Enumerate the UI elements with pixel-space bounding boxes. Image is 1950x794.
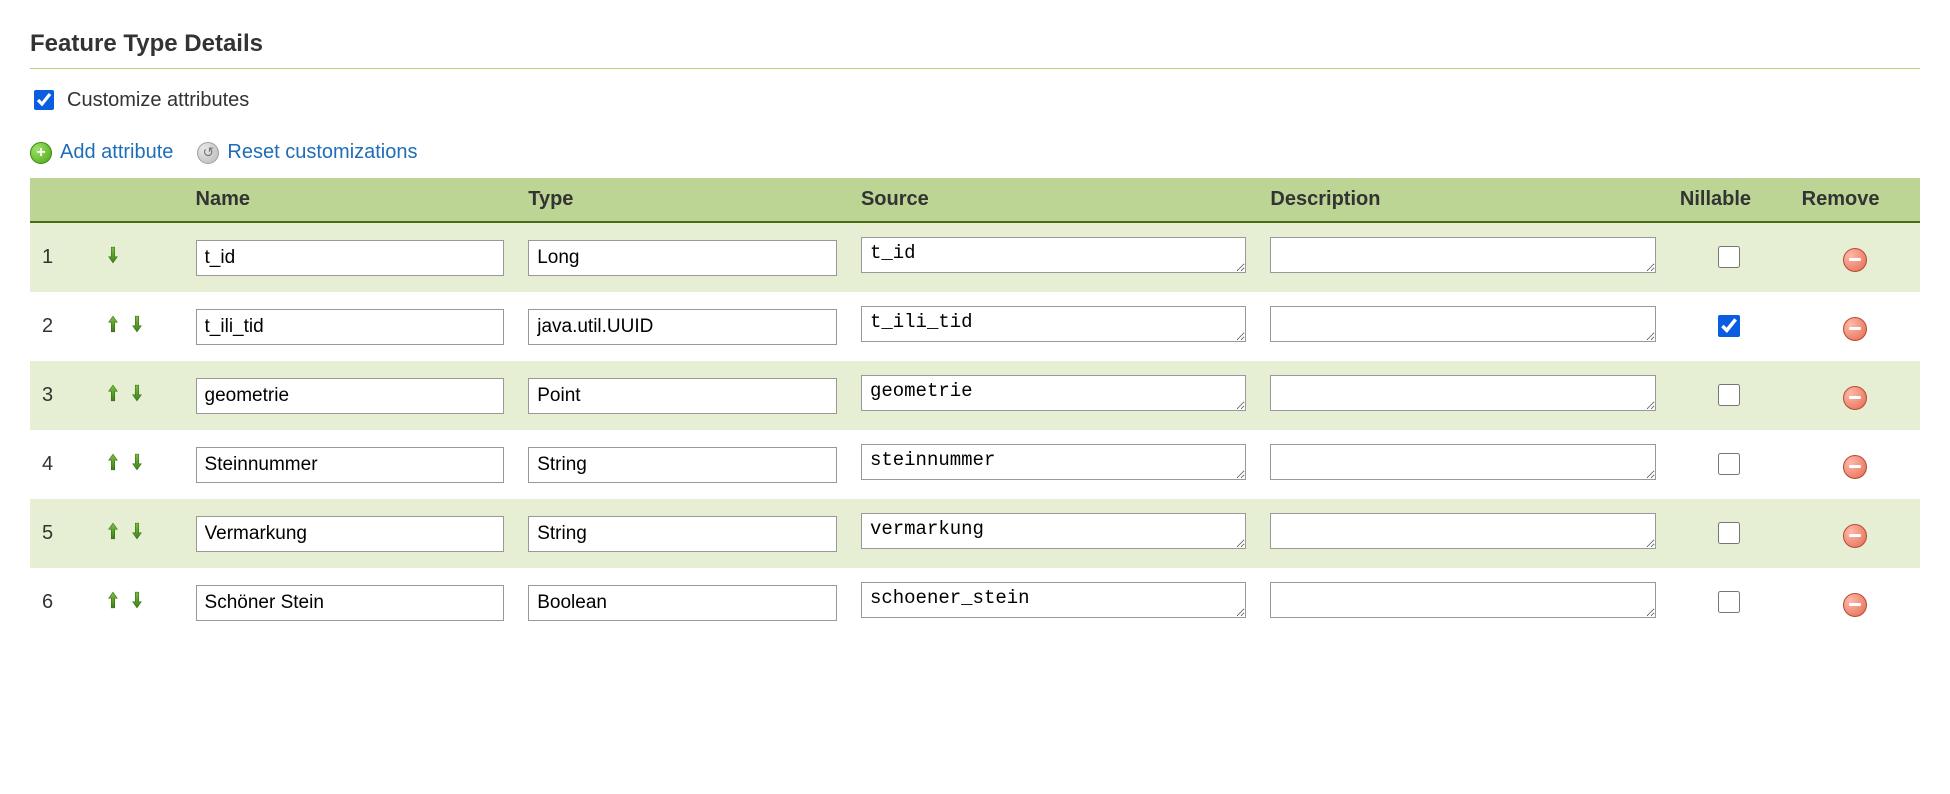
description-input[interactable] (1270, 444, 1655, 480)
arrow-down-icon[interactable] (130, 520, 146, 544)
remove-button[interactable] (1843, 593, 1867, 617)
action-links: + Add attribute Reset customizations (30, 141, 1920, 164)
customize-attributes-checkbox[interactable] (34, 90, 54, 110)
arrow-down-icon[interactable] (130, 313, 146, 337)
name-input[interactable] (196, 447, 505, 483)
header-description: Description (1258, 178, 1667, 222)
table-row: 5 (30, 499, 1920, 568)
arrow-down-icon[interactable] (130, 589, 146, 613)
name-input[interactable] (196, 378, 505, 414)
arrow-down-icon[interactable] (106, 244, 122, 268)
remove-button[interactable] (1843, 524, 1867, 548)
name-input[interactable] (196, 585, 505, 621)
source-input[interactable] (861, 306, 1246, 342)
remove-button[interactable] (1843, 386, 1867, 410)
source-input[interactable] (861, 444, 1246, 480)
type-input[interactable] (528, 240, 837, 276)
nillable-checkbox[interactable] (1718, 453, 1740, 475)
source-input[interactable] (861, 237, 1246, 273)
arrow-down-icon[interactable] (130, 382, 146, 406)
customize-attributes-label[interactable]: Customize attributes (67, 89, 249, 112)
remove-button[interactable] (1843, 248, 1867, 272)
source-input[interactable] (861, 582, 1246, 618)
table-row: 1 (30, 222, 1920, 292)
arrow-up-icon[interactable] (106, 313, 122, 337)
row-index: 5 (30, 499, 94, 568)
description-input[interactable] (1270, 513, 1655, 549)
attributes-table: Name Type Source Description Nillable Re… (30, 178, 1920, 637)
name-input[interactable] (196, 240, 505, 276)
header-remove: Remove (1790, 178, 1920, 222)
type-input[interactable] (528, 378, 837, 414)
arrow-up-icon[interactable] (106, 451, 122, 475)
row-reorder (94, 430, 184, 499)
remove-button[interactable] (1843, 317, 1867, 341)
plus-circle-icon: + (30, 142, 52, 164)
description-input[interactable] (1270, 582, 1655, 618)
name-input[interactable] (196, 309, 505, 345)
header-type: Type (516, 178, 849, 222)
nillable-checkbox[interactable] (1718, 591, 1740, 613)
reset-icon (197, 142, 219, 164)
arrow-up-icon[interactable] (106, 382, 122, 406)
source-input[interactable] (861, 513, 1246, 549)
row-index: 4 (30, 430, 94, 499)
row-index: 6 (30, 568, 94, 637)
nillable-checkbox[interactable] (1718, 315, 1740, 337)
description-input[interactable] (1270, 306, 1655, 342)
arrow-up-icon[interactable] (106, 589, 122, 613)
add-attribute-label: Add attribute (60, 141, 173, 164)
header-name: Name (184, 178, 517, 222)
source-input[interactable] (861, 375, 1246, 411)
nillable-checkbox[interactable] (1718, 246, 1740, 268)
nillable-checkbox[interactable] (1718, 384, 1740, 406)
section-title: Feature Type Details (30, 30, 1920, 62)
table-row: 2 (30, 292, 1920, 361)
type-input[interactable] (528, 309, 837, 345)
row-reorder (94, 568, 184, 637)
table-row: 4 (30, 430, 1920, 499)
row-reorder (94, 361, 184, 430)
description-input[interactable] (1270, 237, 1655, 273)
header-index (30, 178, 94, 222)
type-input[interactable] (528, 447, 837, 483)
reset-customizations-link[interactable]: Reset customizations (197, 141, 417, 164)
row-reorder (94, 292, 184, 361)
arrow-down-icon[interactable] (130, 451, 146, 475)
add-attribute-link[interactable]: + Add attribute (30, 141, 173, 164)
table-row: 6 (30, 568, 1920, 637)
type-input[interactable] (528, 585, 837, 621)
type-input[interactable] (528, 516, 837, 552)
header-arrows (94, 178, 184, 222)
customize-attributes-row: Customize attributes (30, 87, 1920, 113)
header-nillable: Nillable (1668, 178, 1790, 222)
row-index: 3 (30, 361, 94, 430)
remove-button[interactable] (1843, 455, 1867, 479)
row-reorder (94, 499, 184, 568)
section-divider (30, 68, 1920, 69)
row-index: 1 (30, 222, 94, 292)
reset-customizations-label: Reset customizations (227, 141, 417, 164)
description-input[interactable] (1270, 375, 1655, 411)
table-row: 3 (30, 361, 1920, 430)
nillable-checkbox[interactable] (1718, 522, 1740, 544)
header-source: Source (849, 178, 1258, 222)
arrow-up-icon[interactable] (106, 520, 122, 544)
row-index: 2 (30, 292, 94, 361)
name-input[interactable] (196, 516, 505, 552)
row-reorder (94, 222, 184, 292)
